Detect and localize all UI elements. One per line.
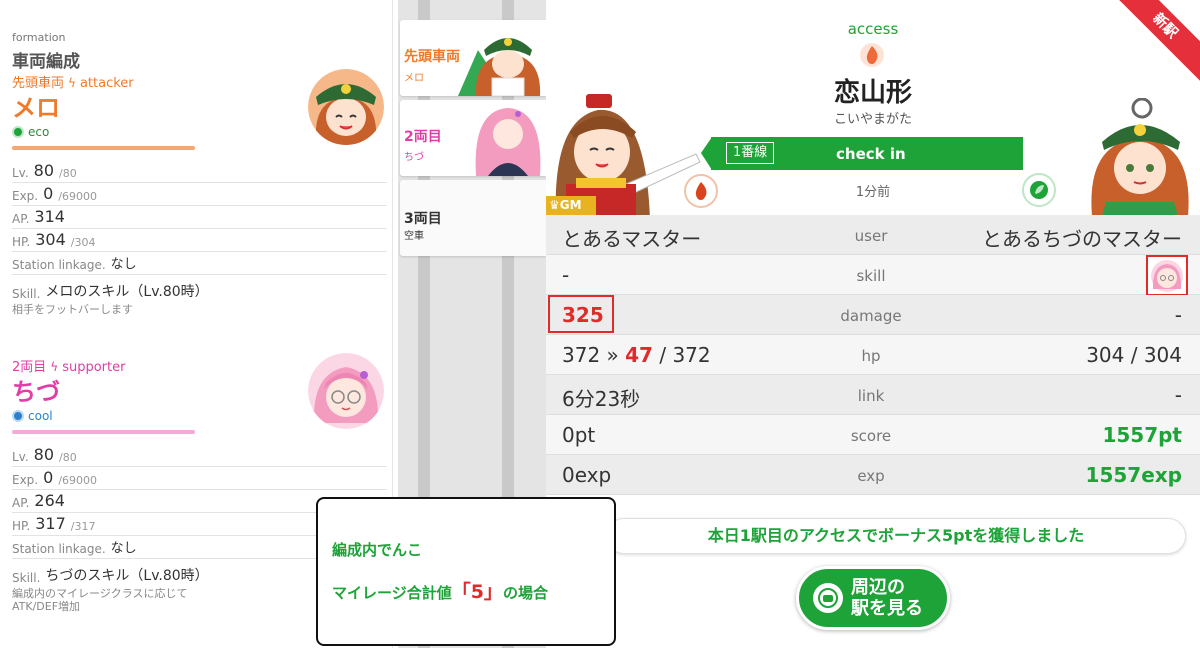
eco-attribute-icon (12, 126, 24, 138)
avatar-meiro (308, 69, 384, 145)
avatar-chizu (308, 353, 384, 429)
formation-label: formation (12, 31, 66, 44)
row-score: 0pt score 1557pt (546, 415, 1200, 455)
formation-title: 車両編成 (12, 52, 80, 72)
arrow-left-icon (701, 137, 712, 170)
annotation-note: 編成内でんこ マイレージ合計値「5」の場合 (316, 497, 616, 646)
attribute-bar (12, 146, 195, 150)
car-1-header[interactable]: 先頭車両 ϟ attacker メロ eco (12, 69, 384, 150)
note-line-1: 編成内でんこ (332, 541, 423, 559)
row-skill: - skill (546, 255, 1200, 296)
train-car-2[interactable]: 2両目 ちづ (400, 100, 546, 176)
stat-lv: Lv. 80/80 (12, 444, 387, 467)
attribute-label: cool (28, 409, 53, 423)
row-hp: 372 » 47 / 372 hp 304 / 304 (546, 335, 1200, 375)
car-position: 2両目 (12, 360, 47, 375)
car-label: 先頭車両 (404, 49, 460, 65)
car-sub: メロ (404, 73, 424, 84)
skill-description: 相手をフットバーします (12, 303, 133, 316)
attribute-bar (12, 430, 195, 434)
result-table: とあるマスター user とあるちづのマスター - skill 325 dama… (546, 215, 1200, 495)
chizu-portrait (458, 100, 546, 176)
access-result-panel: 新駅 access 恋山形 こいやまがた ♛GM 1番線 check in 1分… (546, 0, 1200, 648)
car-role: attacker (79, 76, 134, 91)
meiro-portrait (458, 20, 546, 96)
stat-station-linkage: Station linkage. なし (12, 252, 387, 275)
bolt-icon: ϟ (50, 360, 59, 374)
skill-denko-icon[interactable] (1146, 255, 1188, 296)
skill-description: 編成内のマイレージクラスに応じてATK/DEF増加 (12, 587, 188, 613)
row-damage: 325 damage - (546, 295, 1200, 335)
checkin-label: check in (836, 145, 906, 163)
stat-hp: HP. 304/304 (12, 229, 387, 252)
stat-exp: Exp. 0/69000 (12, 467, 387, 490)
bolt-icon: ϟ (68, 76, 76, 90)
nearby-stations-button[interactable]: 周辺の 駅を見る (796, 566, 950, 630)
car-label: 2両目 (404, 129, 442, 145)
row-exp: 0exp exp 1557exp (546, 455, 1200, 495)
bonus-message: 本日1駅目のアクセスでボーナス5ptを獲得しました (606, 518, 1186, 554)
station-map-icon (813, 583, 843, 613)
car-role: supporter (62, 360, 126, 375)
car-2-header[interactable]: 2両目 ϟ supporter ちづ cool (12, 353, 384, 434)
crown-icon: ♛ (549, 198, 560, 212)
access-label: access (847, 20, 899, 38)
stat-lv: Lv. 80/80 (12, 160, 387, 183)
heat-attribute-icon (860, 43, 884, 67)
car-1-stats: Lv. 80/80 Exp. 0/69000 AP. 314 HP. 304/304 S… (12, 160, 387, 318)
train-car-1[interactable]: 先頭車両 メロ (400, 20, 546, 96)
defender-character-image (1091, 98, 1189, 216)
stat-ap: AP. 314 (12, 206, 387, 229)
row-user: とあるマスター user とあるちづのマスター (546, 215, 1200, 255)
attribute-label: eco (28, 125, 50, 139)
cool-attribute-icon (12, 410, 24, 422)
note-line-2: マイレージ合計値「5」の場合 (332, 581, 548, 603)
screen: formation 車両編成 先頭車両 ϟ attacker メロ eco Lv… (0, 0, 1200, 648)
line-badge: 1番線 (726, 142, 775, 164)
car-position: 先頭車両 (12, 76, 65, 91)
car-sub: ちづ (404, 152, 424, 163)
stat-skill: Skill. メロのスキル（Lv.80時） 相手をフットバーします (12, 275, 387, 318)
car-sub: 空車 (404, 231, 424, 242)
car-label: 3両目 (404, 211, 442, 227)
row-link: 6分23秒 link - (546, 375, 1200, 415)
checkin-banner: 1番線 check in (701, 137, 1023, 170)
defender-eco-badge (1022, 173, 1056, 207)
stat-exp: Exp. 0/69000 (12, 183, 387, 206)
train-car-3[interactable]: 3両目 空車 (400, 180, 546, 256)
